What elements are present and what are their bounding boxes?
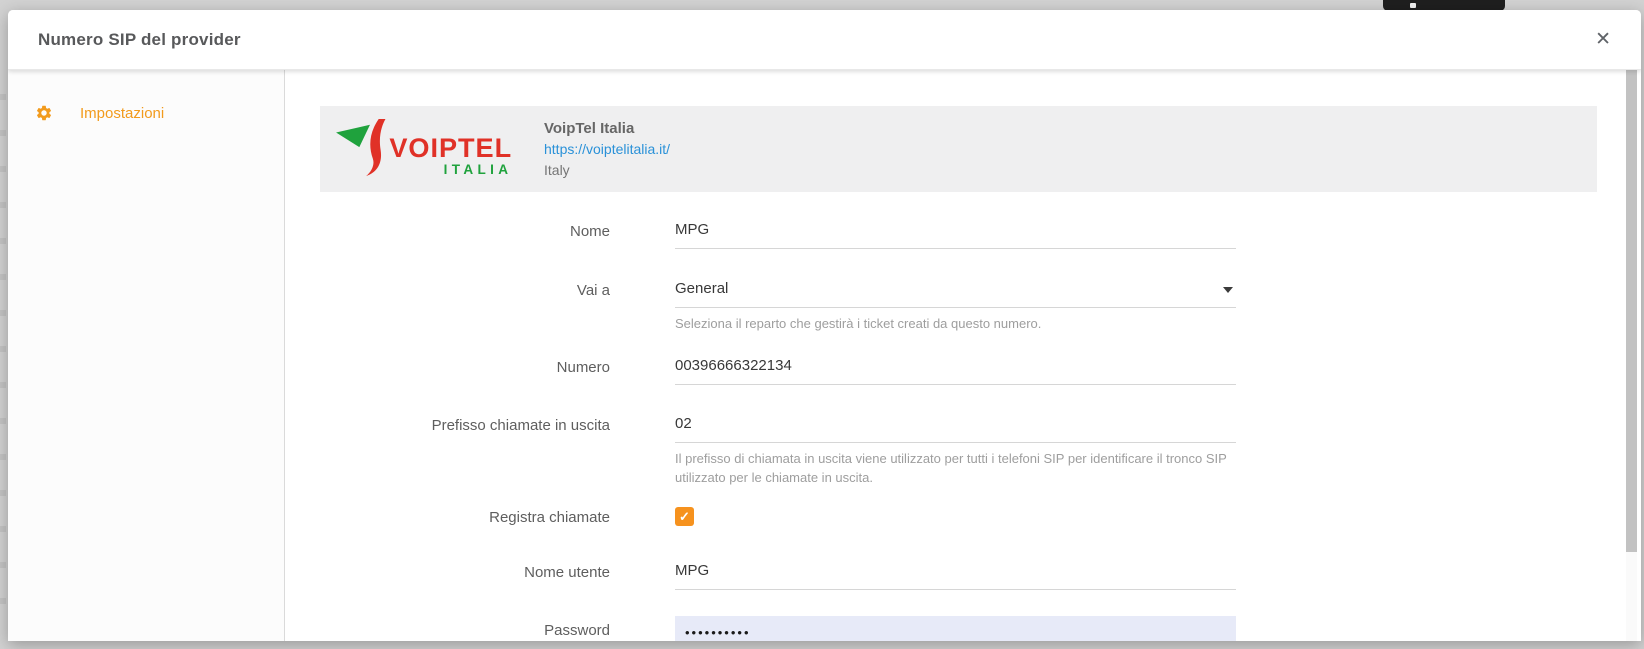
settings-panel: VOIPTEL ITALIA VoipTel Italia https://vo… [285, 70, 1641, 641]
field-label: Nome utente [320, 562, 610, 590]
background-page-edge [0, 64, 6, 624]
form-row-nome: Nome MPG [320, 221, 1236, 249]
sip-provider-dialog: Numero SIP del provider ✕ Impostazioni V… [8, 10, 1641, 641]
sidebar-item-label: Impostazioni [80, 105, 164, 122]
vai-a-helper-text: Seleziona il reparto che gestirà i ticke… [675, 314, 1236, 333]
vertical-scrollbar[interactable] [1626, 70, 1637, 641]
svg-text:ITALIA: ITALIA [444, 162, 513, 177]
close-icon[interactable]: ✕ [1591, 26, 1615, 53]
provider-info: VoipTel Italia https://voiptelitalia.it/… [544, 118, 670, 181]
sidebar-item-impostazioni[interactable]: Impostazioni [8, 94, 284, 132]
prefisso-helper-text: Il prefisso di chiamata in uscita viene … [675, 449, 1236, 487]
form-row-vai-a: Vai a General Seleziona il reparto che g… [320, 280, 1236, 333]
checkmark-icon: ✓ [679, 510, 690, 523]
field-label: Nome [320, 221, 610, 249]
settings-sidebar: Impostazioni [8, 70, 285, 641]
field-label: Vai a [320, 280, 610, 333]
provider-card: VOIPTEL ITALIA VoipTel Italia https://vo… [320, 106, 1597, 192]
gear-icon [35, 104, 53, 122]
numero-input[interactable]: 00396666322134 [675, 357, 1236, 385]
field-label: Password [320, 616, 610, 641]
field-label: Prefisso chiamate in uscita [320, 415, 610, 487]
sip-settings-form: Nome MPG Vai a General Seleziona il repa… [320, 221, 1236, 641]
nome-utente-input[interactable]: MPG [675, 562, 1236, 590]
provider-name: VoipTel Italia [544, 118, 670, 139]
form-row-numero: Numero 00396666322134 [320, 357, 1236, 385]
registra-chiamate-checkbox[interactable]: ✓ [675, 507, 694, 526]
dialog-header: Numero SIP del provider ✕ [8, 10, 1641, 70]
form-row-prefisso: Prefisso chiamate in uscita 02 Il prefis… [320, 415, 1236, 487]
form-row-nome-utente: Nome utente MPG [320, 562, 1236, 590]
provider-url-link[interactable]: https://voiptelitalia.it/ [544, 139, 670, 160]
svg-text:VOIPTEL: VOIPTEL [389, 132, 512, 163]
field-label: Numero [320, 357, 610, 385]
chevron-down-icon [1223, 287, 1233, 293]
prefisso-input[interactable]: 02 [675, 415, 1236, 443]
vai-a-selected-value: General [675, 280, 728, 297]
voiptel-logo: VOIPTEL ITALIA [333, 118, 529, 180]
form-row-password: Password •••••••••• [320, 616, 1236, 641]
field-label: Registra chiamate [320, 507, 610, 526]
vai-a-select[interactable]: General [675, 280, 1236, 308]
password-input[interactable]: •••••••••• [675, 616, 1236, 641]
dialog-title: Numero SIP del provider [38, 30, 241, 50]
dialog-body: Impostazioni VOIPTEL ITALIA VoipTel Ital… [8, 70, 1641, 641]
tooltip-text-fragment [1410, 3, 1416, 8]
scrollbar-thumb[interactable] [1626, 70, 1637, 552]
provider-country: Italy [544, 160, 670, 181]
nome-input[interactable]: MPG [675, 221, 1236, 249]
form-row-registra-chiamate: Registra chiamate ✓ [320, 507, 1236, 526]
